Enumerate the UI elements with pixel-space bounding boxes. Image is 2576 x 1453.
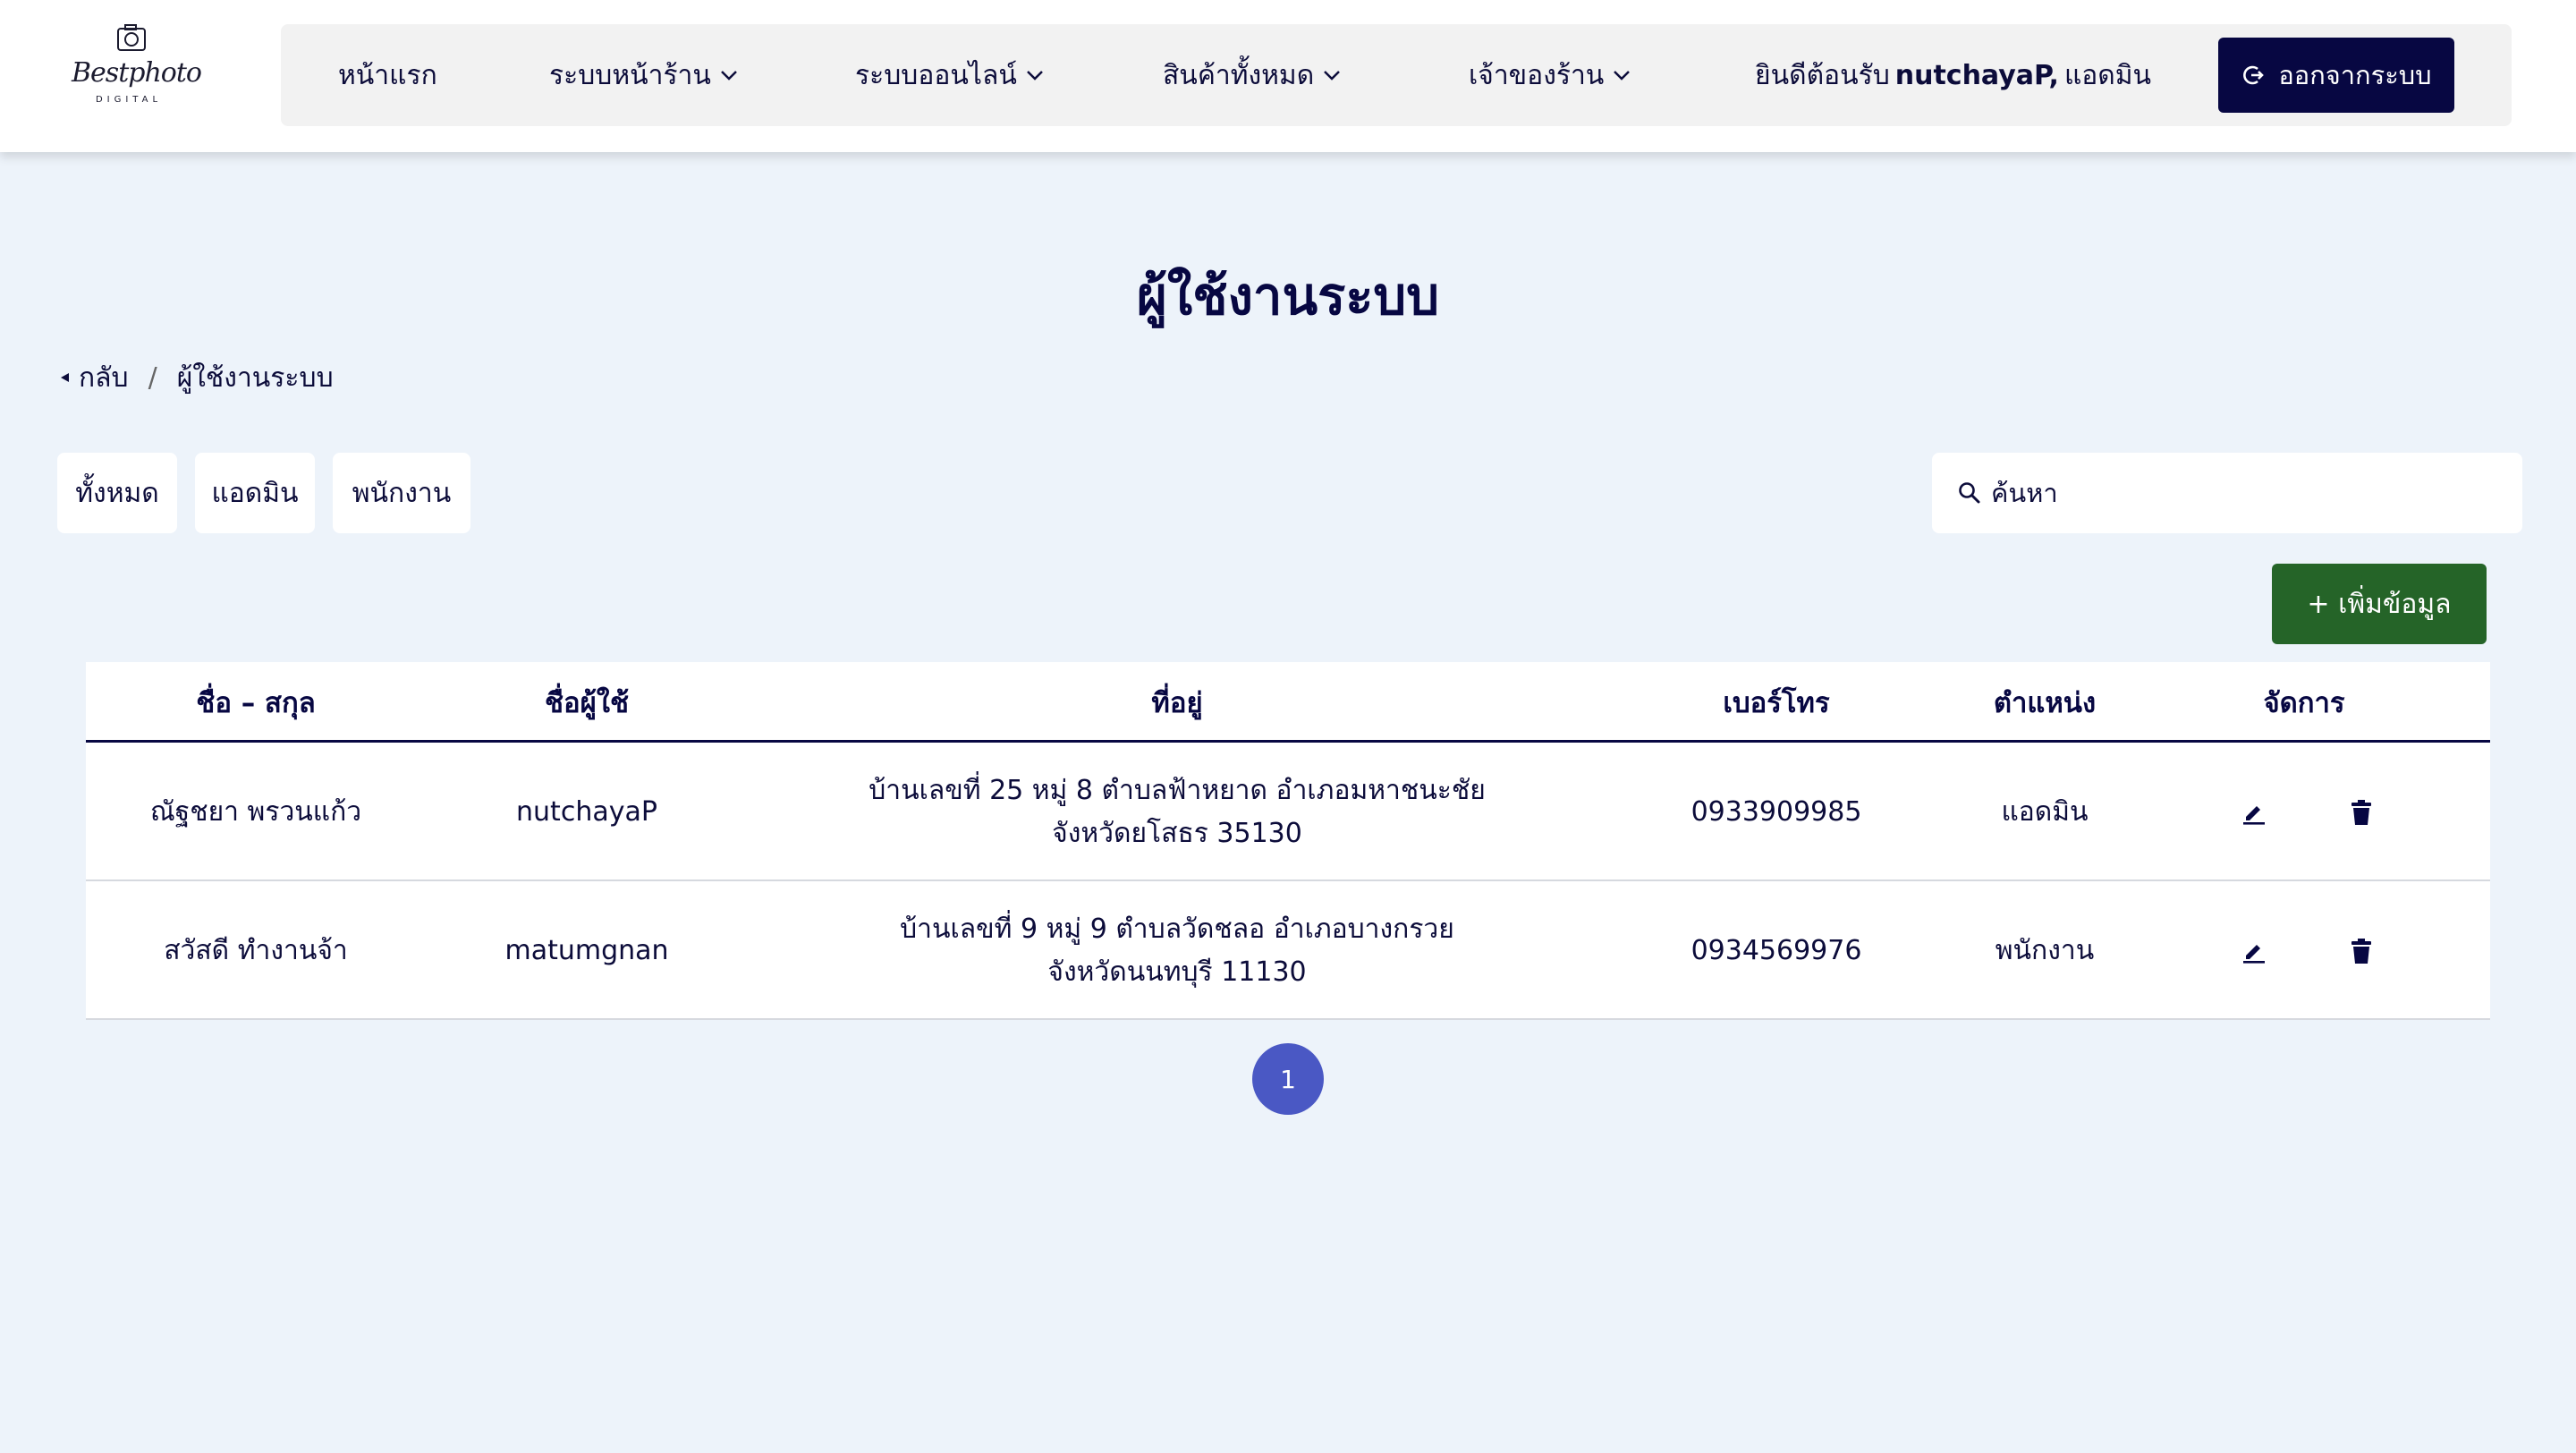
table-row: สวัสดี ทำงานจ้า matumgnan บ้านเลขที่ 9 ห… [86,881,2490,1020]
chevron-down-icon [1026,71,1043,81]
address-line-2: จังหวัดนนทบุรี 11130 [1047,956,1307,988]
add-user-button[interactable]: + เพิ่มข้อมูล [2272,564,2487,644]
search-input[interactable] [1991,478,2492,508]
filter-staff-button[interactable]: พนักงาน [333,453,470,533]
cell-phone: 0934569976 [1690,934,1862,966]
cell-name: สวัสดี ทำงานจ้า [164,934,348,966]
table-row: ณัฐชยา พรวนแก้ว nutchayaP บ้านเลขที่ 25 … [86,743,2490,881]
logo-wordmark: Bestphoto [72,57,202,89]
header-manage: จัดการ [2263,687,2345,719]
address-line-1: บ้านเลขที่ 9 หมู่ 9 ตำบลวัดชลอ อำเภอบางก… [900,913,1454,945]
breadcrumb-separator: / [148,361,157,394]
table-header: ชื่อ – สกุล ชื่อผู้ใช้ ที่อยู่ เบอร์โทร … [86,662,2490,743]
nav-storefront-label: ระบบหน้าร้าน [549,59,711,91]
header-phone: เบอร์โทร [1723,687,1830,719]
filter-all-label: ทั้งหมด [75,477,159,509]
pencil-icon [2243,944,2265,964]
trash-icon [2351,938,2371,964]
caret-left-icon [61,373,69,382]
main-nav: หน้าแรก ระบบหน้าร้าน ระบบออนไลน์ สินค้าท… [281,24,2512,126]
cell-address: บ้านเลขที่ 25 หมู่ 8 ตำบลฟ้าหยาด อำเภอมห… [801,743,1553,881]
welcome-username: nutchayaP, [1894,59,2059,91]
trash-icon [2351,799,2371,825]
cell-username: nutchayaP [516,795,657,828]
breadcrumb-back-label: กลับ [79,361,129,394]
logo-subtitle: DIGITAL [95,95,163,105]
nav-owner[interactable]: เจ้าของร้าน [1469,24,1631,126]
page-title: ผู้ใช้งานระบบ [1136,266,1440,327]
welcome-prefix: ยินดีต้อนรับ [1755,59,1890,91]
filter-staff-label: พนักงาน [352,477,452,509]
nav-online-label: ระบบออนไลน์ [855,59,1017,91]
logout-label: ออกจากระบบ [2278,60,2432,90]
nav-home-label: หน้าแรก [338,59,437,91]
chevron-down-icon [721,71,737,81]
filter-all-button[interactable]: ทั้งหมด [57,453,177,533]
nav-home[interactable]: หน้าแรก [338,24,437,126]
filter-admin-label: แอดมิน [211,477,299,509]
breadcrumb-back[interactable]: กลับ [55,357,129,399]
nav-products-label: สินค้าทั้งหมด [1163,59,1315,91]
nav-online[interactable]: ระบบออนไลน์ [855,24,1044,126]
top-header: Bestphoto DIGITAL หน้าแรก ระบบหน้าร้าน ร… [0,0,2576,152]
header-address: ที่อยู่ [1151,687,1203,719]
header-name: ชื่อ – สกุล [196,687,316,719]
welcome-message: ยินดีต้อนรับ nutchayaP, แอดมิน [1755,24,2151,126]
delete-button[interactable] [2334,881,2388,1020]
address-line-2: จังหวัดยโสธร 35130 [1052,817,1302,849]
add-user-label: + เพิ่มข้อมูล [2307,588,2452,620]
nav-storefront[interactable]: ระบบหน้าร้าน [549,24,738,126]
address-line-1: บ้านเลขที่ 25 หมู่ 8 ตำบลฟ้าหยาด อำเภอมห… [869,774,1486,806]
logout-icon [2243,65,2265,85]
chevron-down-icon [1614,71,1631,81]
welcome-role: แอดมิน [2063,59,2152,91]
chevron-down-icon [1324,71,1341,81]
nav-products[interactable]: สินค้าทั้งหมด [1163,24,1341,126]
search-box [1932,453,2522,533]
breadcrumb-current: ผู้ใช้งานระบบ [176,361,334,394]
filter-admin-button[interactable]: แอดมิน [195,453,315,533]
users-table: ชื่อ – สกุล ชื่อผู้ใช้ ที่อยู่ เบอร์โทร … [86,662,2490,1020]
pencil-icon [2243,805,2265,825]
cell-name: ณัฐชยา พรวนแก้ว [149,795,362,828]
brand-logo[interactable]: Bestphoto DIGITAL [72,18,202,111]
pagination-page-1[interactable]: 1 [1252,1043,1324,1115]
delete-button[interactable] [2334,743,2388,881]
cell-position: พนักงาน [1995,934,2095,966]
logout-button[interactable]: ออกจากระบบ [2218,38,2454,113]
header-username: ชื่อผู้ใช้ [545,687,629,719]
cell-address: บ้านเลขที่ 9 หมู่ 9 ตำบลวัดชลอ อำเภอบางก… [801,881,1553,1020]
breadcrumb: กลับ / ผู้ใช้งานระบบ [55,358,334,397]
nav-owner-label: เจ้าของร้าน [1469,59,1605,91]
search-icon [1959,482,1980,504]
header-position: ตำแหน่ง [1993,687,2097,719]
camera-icon [117,24,146,51]
edit-button[interactable] [2227,743,2281,881]
edit-button[interactable] [2227,881,2281,1020]
cell-username: matumgnan [504,934,669,966]
cell-position: แอดมิน [2001,795,2089,828]
cell-phone: 0933909985 [1690,795,1862,828]
